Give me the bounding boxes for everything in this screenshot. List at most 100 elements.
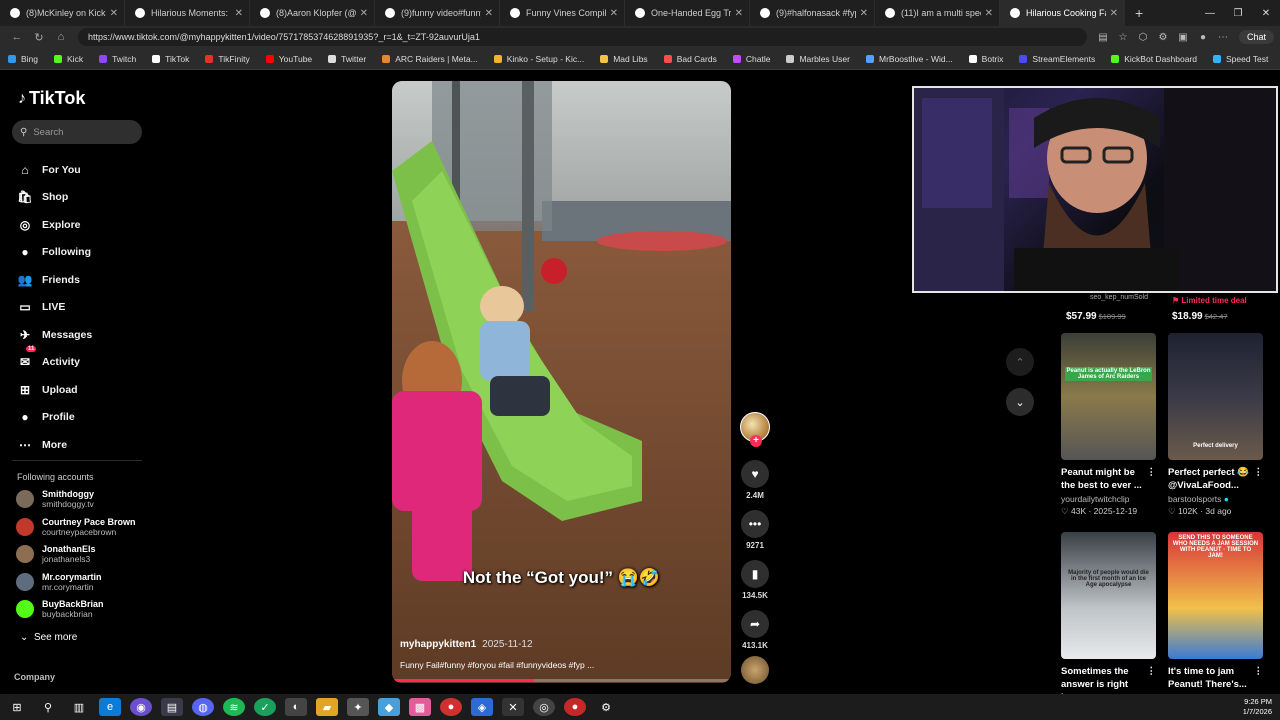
sidebar-item-activity[interactable]: 11 ✉ Activity	[16, 345, 92, 377]
close-icon[interactable]: ✕	[110, 8, 118, 19]
recommended-video-card[interactable]: Majority of people would die in the firs…	[1061, 532, 1156, 704]
folder-icon[interactable]: ▰	[316, 698, 338, 716]
product-price[interactable]: $57.99 $109.99	[1066, 311, 1126, 322]
video-thumbnail[interactable]: SEND THIS TO SOMEONE WHO NEEDS A JAM SES…	[1168, 532, 1263, 659]
search-icon[interactable]: ⚲	[37, 698, 59, 716]
app-icon[interactable]: ✕	[502, 698, 524, 716]
windows-start-icon[interactable]: ⊞	[6, 698, 28, 716]
sidebar-item-explore[interactable]: ◎ Explore	[16, 211, 92, 239]
scroll-up-button[interactable]: ⌃	[1006, 348, 1034, 376]
company-link[interactable]: Company	[14, 672, 55, 682]
more-options-icon[interactable]: ⋮	[1147, 466, 1157, 492]
bookmark-item[interactable]: Bad Cards	[663, 54, 717, 64]
browser-tab[interactable]: (11)I am a multi species N ✕	[875, 0, 1000, 26]
app-icon[interactable]: ◈	[471, 698, 493, 716]
sidebar-item-shop[interactable]: 🛍 Shop	[16, 184, 92, 212]
card-title[interactable]: It's time to jam Peanut! There's... ⋮	[1168, 665, 1263, 691]
video-thumbnail[interactable]: Majority of people would die in the firs…	[1061, 532, 1156, 659]
bookmark-item[interactable]: Botrix	[968, 54, 1003, 64]
menu-dots-icon[interactable]: ⋯	[1213, 32, 1233, 43]
obs-icon[interactable]: ◐	[285, 698, 307, 716]
bookmark-item[interactable]: ARC Raiders | Meta...	[382, 54, 478, 64]
app-icon[interactable]: ●	[564, 698, 586, 716]
video-progress-bar[interactable]	[392, 679, 731, 682]
sidebar-item-following[interactable]: ● Following	[16, 239, 92, 267]
sidebar-item-more[interactable]: ⋯ More	[16, 431, 92, 459]
card-channel[interactable]: yourdailytwitchclip	[1061, 493, 1156, 505]
browser-tab[interactable]: Funny Vines Compilation ✕	[500, 0, 625, 26]
home-icon[interactable]: ⌂	[50, 31, 72, 43]
bookmark-item[interactable]: Kinko - Setup - Kic...	[493, 54, 584, 64]
system-clock[interactable]: 9:26 PM 1/7/2026	[1243, 697, 1272, 717]
bookmark-item[interactable]: Marbles User	[786, 54, 850, 64]
app-icon[interactable]: ◉	[130, 698, 152, 716]
extensions-icon[interactable]: ⬡	[1133, 32, 1153, 43]
recommended-video-card[interactable]: Peanut is actually the LeBron James of A…	[1061, 333, 1156, 517]
tiktok-logo[interactable]: ♪ TikTok	[18, 88, 85, 109]
close-icon[interactable]: ✕	[1110, 8, 1118, 19]
close-icon[interactable]: ✕	[985, 8, 993, 19]
bookmark-item[interactable]: TikFinity	[205, 54, 250, 64]
sidebar-item-friends[interactable]: 👥 Friends	[16, 266, 92, 294]
settings-gear-icon[interactable]: ⚙	[595, 698, 617, 716]
profile-avatar-icon[interactable]: ●	[1193, 32, 1213, 43]
more-options-icon[interactable]: ⋮	[1254, 466, 1264, 492]
follow-plus-icon[interactable]: +	[750, 435, 762, 447]
back-icon[interactable]: ←	[6, 31, 28, 43]
bookmark-item[interactable]: YouTube	[265, 54, 312, 64]
card-channel[interactable]: barstoolsports ●	[1168, 493, 1263, 505]
app-icon[interactable]: ✓	[254, 698, 276, 716]
video-thumbnail[interactable]: Peanut is actually the LeBron James of A…	[1061, 333, 1156, 460]
task-view-icon[interactable]: ▥	[68, 698, 90, 716]
close-icon[interactable]: ✕	[360, 8, 368, 19]
browser-tab[interactable]: (9)funny video#funnyvide ✕	[375, 0, 500, 26]
heart-icon[interactable]: ♥	[741, 460, 769, 488]
browser-tab-active[interactable]: Hilarious Cooking Fail ✕	[1000, 0, 1125, 26]
app-icon[interactable]: ▤	[161, 698, 183, 716]
close-icon[interactable]: ✕	[485, 8, 493, 19]
app-icon[interactable]: ◎	[533, 698, 555, 716]
url-field[interactable]: https://www.tiktok.com/@myhappykitten1/v…	[78, 28, 1087, 46]
maximize-icon[interactable]: ❐	[1224, 8, 1252, 19]
bookmark-item[interactable]: Kick	[54, 54, 83, 64]
bookmark-item[interactable]: TikTok	[152, 54, 189, 64]
creator-avatar[interactable]: +	[740, 412, 770, 447]
discord-icon[interactable]: ◍	[192, 698, 214, 716]
favorite-star-icon[interactable]: ☆	[1113, 32, 1133, 43]
bookmark-item[interactable]: Mad Libs	[600, 54, 648, 64]
recommended-video-card[interactable]: Perfect delivery Perfect perfect 😂 @Viva…	[1168, 333, 1263, 517]
minimize-icon[interactable]: —	[1196, 8, 1224, 19]
browser-tab[interactable]: (8)Aaron Klopfer (@klopp ✕	[250, 0, 375, 26]
browser-tab[interactable]: (8)McKinley on Kick (@mc ✕	[0, 0, 125, 26]
following-account-item[interactable]: JonathanEls jonathanels3	[16, 544, 96, 564]
app-icon[interactable]: ◆	[378, 698, 400, 716]
refresh-icon[interactable]: ↻	[28, 31, 50, 44]
app-icon[interactable]: ●	[440, 698, 462, 716]
product-price[interactable]: $18.99 $42.47	[1172, 311, 1228, 322]
bookmark-item[interactable]: MrBoostlive - Wid...	[865, 54, 953, 64]
following-account-item[interactable]: BuyBackBrian buybackbrian	[16, 599, 104, 619]
video-author[interactable]: myhappykitten1 2025-11-12	[400, 639, 533, 650]
author-name[interactable]: myhappykitten1	[400, 639, 476, 650]
app-icon[interactable]: ▩	[409, 698, 431, 716]
share-icon[interactable]: ➦	[741, 610, 769, 638]
edge-browser-icon[interactable]: e	[99, 698, 121, 716]
close-icon[interactable]: ✕	[235, 8, 243, 19]
bookmark-item[interactable]: KickBot Dashboard	[1111, 54, 1197, 64]
collections-icon[interactable]: ▣	[1173, 32, 1193, 43]
sidebar-item-live[interactable]: ▭ LIVE	[16, 294, 92, 322]
sidebar-item-messages[interactable]: ✈ Messages	[16, 321, 92, 349]
app-icon[interactable]: ✦	[347, 698, 369, 716]
new-tab-button[interactable]: +	[1125, 5, 1153, 21]
bookmark-item[interactable]: StreamElements	[1019, 54, 1095, 64]
sidebar-item-upload[interactable]: ⊞ Upload	[16, 376, 92, 404]
browser-tab[interactable]: (9)#halfonasack #fyp #fyp ✕	[750, 0, 875, 26]
video-description[interactable]: Funny Fail#funny #foryou #fail #funnyvid…	[400, 660, 594, 670]
scroll-down-button[interactable]: ⌄	[1006, 388, 1034, 416]
video-thumbnail[interactable]: Perfect delivery	[1168, 333, 1263, 460]
close-icon[interactable]: ✕	[735, 8, 743, 19]
close-icon[interactable]: ✕	[610, 8, 618, 19]
comment-icon[interactable]: •••	[741, 510, 769, 538]
bookmark-item[interactable]: Twitch	[99, 54, 136, 64]
sound-avatar[interactable]	[741, 656, 769, 684]
